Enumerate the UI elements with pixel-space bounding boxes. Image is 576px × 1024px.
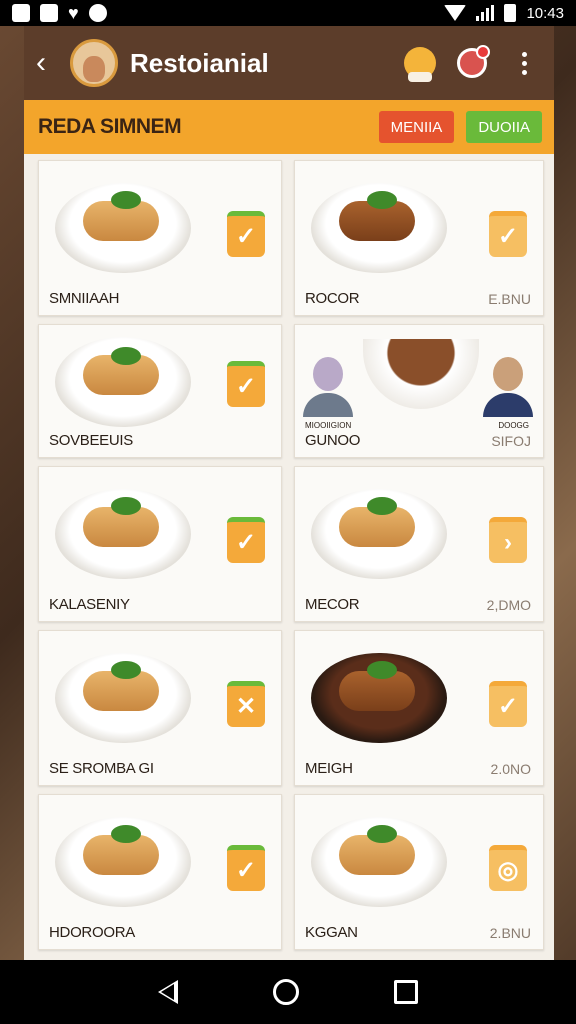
section-header: REDA SIMNEM MENIIA DUOIIA: [24, 100, 554, 154]
menu-card[interactable]: ✕ SE SROMBA GI: [38, 630, 282, 786]
nav-back-icon[interactable]: [157, 980, 178, 1004]
text-icon: [40, 4, 58, 22]
dish-name: ROCOR: [305, 290, 360, 307]
select-checkbox[interactable]: ✓: [227, 361, 265, 407]
menu-card[interactable]: ◎ KGGAN 2.BNU: [294, 794, 544, 950]
order-button[interactable]: DUOIIA: [466, 111, 542, 143]
menu-card[interactable]: › MECOR 2,DMO: [294, 466, 544, 622]
app-window: ‹ Restoianial REDA SIMNEM MENIIA DUOIIA …: [24, 26, 554, 960]
menu-card[interactable]: MIOOIIGION DOOGG GUNOO SIFOJ: [294, 324, 544, 458]
select-checkbox[interactable]: ✓: [227, 517, 265, 563]
app-title: Restoianial: [130, 47, 269, 78]
nav-recents-icon[interactable]: [394, 980, 419, 1004]
notification-icon: [457, 45, 490, 78]
menu-card[interactable]: ✓ KALASENIY: [38, 466, 282, 622]
dish-name: SE SROMBA GI: [49, 760, 154, 777]
chef-button[interactable]: [402, 45, 438, 82]
select-checkbox[interactable]: ✓: [489, 681, 527, 727]
dish-price: SIFOJ: [491, 433, 531, 449]
garnish-icon: [111, 347, 141, 365]
avatar-face-icon: [83, 56, 105, 82]
system-nav-bar: [0, 960, 576, 1024]
menu-card[interactable]: ✓ SOVBEEUIS: [38, 324, 282, 458]
select-checkbox[interactable]: ✕: [227, 681, 265, 727]
status-right: 10:43: [444, 4, 564, 22]
dish-price: 2.0NO: [490, 761, 531, 777]
dish-name: MECOR: [305, 596, 360, 613]
section-title: REDA SIMNEM: [38, 115, 182, 138]
soup-bowl-image: [363, 339, 479, 409]
back-arrow-icon[interactable]: ‹: [36, 46, 66, 80]
garnish-icon: [367, 661, 397, 679]
select-checkbox[interactable]: ›: [489, 517, 527, 563]
dish-price: E.BNU: [488, 291, 531, 307]
notifications-button[interactable]: [454, 45, 490, 81]
wifi-icon: [444, 5, 467, 21]
dish-name: KGGAN: [305, 924, 358, 941]
menu-card[interactable]: ✓ SMNIIAAH: [38, 160, 282, 316]
garnish-icon: [111, 825, 141, 843]
dish-price: 2.BNU: [489, 925, 531, 941]
chef-icon: [404, 47, 436, 82]
gallery-icon: [12, 4, 30, 22]
dish-name: SOVBEEUIS: [49, 432, 133, 449]
dish-name: HDOROORA: [49, 924, 135, 941]
customer-avatar-left: [303, 357, 353, 419]
garnish-icon: [367, 191, 397, 209]
dish-name: KALASENIY: [49, 596, 130, 613]
heart-icon: ♥: [68, 3, 79, 23]
select-checkbox[interactable]: ◎: [489, 845, 527, 891]
garnish-icon: [111, 661, 141, 679]
signal-icon: [476, 5, 495, 21]
status-left: ♥: [12, 4, 107, 22]
dish-name: MEIGH: [305, 760, 353, 777]
garnish-icon: [111, 497, 141, 515]
select-checkbox[interactable]: ✓: [227, 211, 265, 257]
garnish-icon: [367, 825, 397, 843]
dish-price: 2,DMO: [486, 597, 531, 613]
battery-icon: [504, 4, 517, 22]
menu-card[interactable]: ✓ MEIGH 2.0NO: [294, 630, 544, 786]
status-bar: ♥ 10:43: [0, 0, 576, 26]
garnish-icon: [367, 497, 397, 515]
garnish-icon: [111, 191, 141, 209]
menu-grid: ✓ SMNIIAAH ✓ ROCOR E.BNU ✓ SOVBEEUIS MIO…: [24, 154, 554, 950]
more-options-button[interactable]: [506, 45, 542, 81]
select-checkbox[interactable]: ✓: [227, 845, 265, 891]
menu-card[interactable]: ✓ HDOROORA: [38, 794, 282, 950]
customer-caption-left: MIOOIIGION: [305, 421, 352, 430]
status-time: 10:43: [526, 4, 564, 22]
dish-name: SMNIIAAH: [49, 290, 120, 307]
menu-card[interactable]: ✓ ROCOR E.BNU: [294, 160, 544, 316]
notification-dot-icon: [88, 4, 107, 22]
dish-name: GUNOO: [305, 432, 361, 449]
more-vert-icon: [521, 51, 527, 75]
nav-home-icon[interactable]: [272, 979, 299, 1005]
toolbar: ‹ Restoianial: [24, 26, 554, 100]
select-checkbox[interactable]: ✓: [489, 211, 527, 257]
menu-button[interactable]: MENIIA: [378, 111, 455, 143]
customer-avatar-right: [483, 357, 533, 419]
customer-caption-right: DOOGG: [498, 421, 529, 430]
avatar[interactable]: [70, 39, 118, 87]
